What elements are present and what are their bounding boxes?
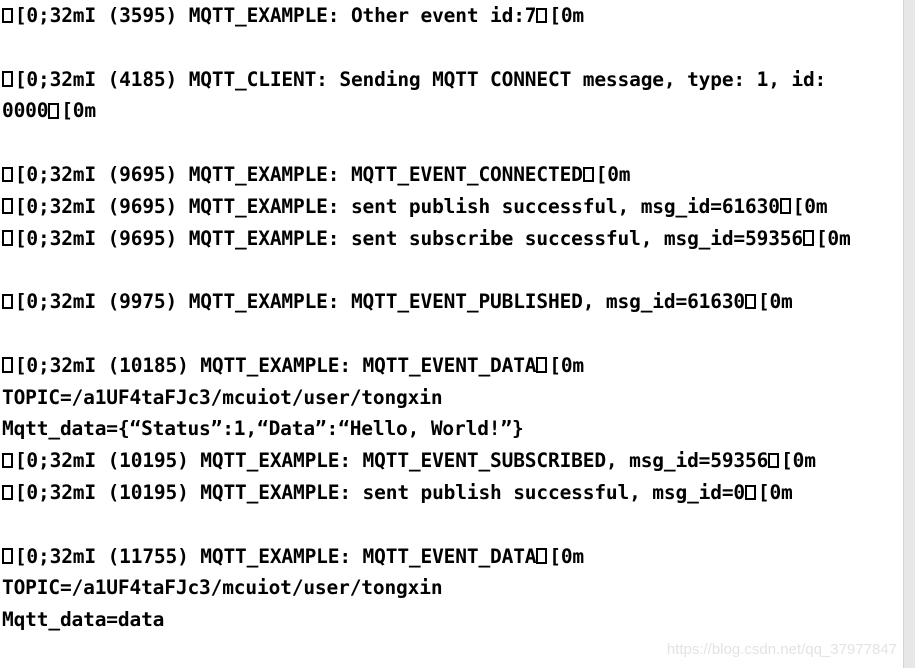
log-line-text: Mqtt_data=data [2, 608, 165, 632]
ansi-escape-glyph-icon [2, 452, 13, 469]
log-line-text: [0;32mI (11755) MQTT_EXAMPLE: MQTT_EVENT… [14, 544, 537, 568]
log-line: TOPIC=/a1UF4taFJc3/mcuiot/user/tongxin [0, 572, 903, 604]
vertical-scrollbar[interactable] [903, 0, 915, 668]
ansi-escape-glyph-icon [2, 293, 13, 310]
log-line-reset-code: [0m [61, 99, 96, 123]
log-line-reset-code: [0m [549, 4, 585, 27]
log-line: [0;32mI (9975) MQTT_EXAMPLE: MQTT_EVENT_… [0, 286, 903, 318]
ansi-escape-glyph-icon [2, 357, 13, 373]
log-line-reset-code: [0m [757, 290, 793, 314]
log-blank-line [0, 318, 903, 350]
watermark-url: https://blog.csdn.net/qq_37977847 [666, 641, 897, 658]
log-line: TOPIC=/a1UF4taFJc3/mcuiot/user/tongxin [0, 382, 903, 414]
ansi-escape-glyph-icon [802, 230, 814, 246]
log-line-text: Mqtt_data={“Status”:1,“Data”:“Hello, Wor… [2, 417, 524, 441]
ansi-escape-glyph-icon [2, 484, 13, 501]
ansi-escape-glyph-icon [2, 71, 13, 87]
log-line: Mqtt_data=data [0, 604, 903, 636]
log-line-text: [0;32mI (3595) MQTT_EXAMPLE: Other event… [14, 4, 537, 27]
log-line-reset-code: [0m [595, 162, 631, 186]
log-blank-line [0, 509, 903, 541]
log-line: [0;32mI (10195) MQTT_EXAMPLE: sent publi… [0, 477, 903, 509]
log-line-text: [0;32mI (10185) MQTT_EXAMPLE: MQTT_EVENT… [14, 353, 537, 377]
ansi-escape-glyph-icon [779, 198, 791, 214]
log-line-reset-code: [0m [792, 194, 828, 218]
log-line-text: TOPIC=/a1UF4taFJc3/mcuiot/user/tongxin [2, 385, 443, 409]
ansi-escape-glyph-icon [536, 357, 548, 373]
ansi-escape-glyph-icon [2, 7, 13, 24]
log-line: [0;32mI (11755) MQTT_EXAMPLE: MQTT_EVENT… [0, 541, 903, 573]
log-line: Mqtt_data={“Status”:1,“Data”:“Hello, Wor… [0, 413, 903, 445]
log-line-reset-code: [0m [549, 544, 585, 568]
ansi-escape-glyph-icon [2, 198, 13, 214]
ansi-escape-glyph-icon [745, 484, 756, 501]
log-line-text: TOPIC=/a1UF4taFJc3/mcuiot/user/tongxin [2, 576, 443, 600]
log-line-text: [0;32mI (9975) MQTT_EXAMPLE: MQTT_EVENT_… [14, 290, 746, 314]
ansi-escape-glyph-icon [2, 548, 13, 564]
log-line: [0;32mI (10195) MQTT_EXAMPLE: MQTT_EVENT… [0, 445, 903, 477]
log-line-text: [0;32mI (9695) MQTT_EXAMPLE: sent subscr… [14, 226, 803, 250]
log-blank-line [0, 127, 903, 159]
log-line: [0;32mI (10185) MQTT_EXAMPLE: MQTT_EVENT… [0, 350, 903, 382]
log-line: [0;32mI (9695) MQTT_EXAMPLE: MQTT_EVENT_… [0, 159, 903, 191]
ansi-escape-glyph-icon [2, 230, 13, 246]
log-line-text: [0;32mI (10195) MQTT_EXAMPLE: sent publi… [14, 480, 746, 504]
log-blank-line [0, 32, 903, 64]
log-line-reset-code: [0m [757, 480, 793, 504]
log-line-text: 0000 [2, 99, 49, 123]
ansi-escape-glyph-icon [582, 166, 594, 183]
log-line: 0000 [0m [0, 95, 903, 127]
log-line-reset-code: [0m [549, 353, 585, 377]
log-line: [0;32mI (9695) MQTT_EXAMPLE: sent publis… [0, 191, 903, 223]
log-blank-line [0, 254, 903, 286]
ansi-escape-glyph-icon [768, 452, 780, 469]
log-line-reset-code: [0m [781, 449, 816, 473]
log-line-text: [0;32mI (4185) MQTT_CLIENT: Sending MQTT… [14, 67, 827, 91]
ansi-escape-glyph-icon [536, 548, 548, 564]
log-line: [0;32mI (3595) MQTT_EXAMPLE: Other event… [0, 0, 903, 32]
ansi-escape-glyph-icon [745, 293, 756, 310]
log-line-reset-code: [0m [815, 226, 851, 250]
console-output-pane[interactable]: [0;32mI (3595) MQTT_EXAMPLE: Other event… [0, 0, 903, 668]
ansi-escape-glyph-icon [536, 7, 548, 24]
ansi-escape-glyph-icon [48, 102, 60, 119]
log-line-text: [0;32mI (9695) MQTT_EXAMPLE: sent publis… [14, 194, 780, 218]
ansi-escape-glyph-icon [2, 166, 13, 183]
log-line-text: [0;32mI (10195) MQTT_EXAMPLE: MQTT_EVENT… [14, 449, 769, 473]
log-line: [0;32mI (9695) MQTT_EXAMPLE: sent subscr… [0, 223, 903, 255]
log-line-text: [0;32mI (9695) MQTT_EXAMPLE: MQTT_EVENT_… [14, 162, 583, 186]
log-line: [0;32mI (4185) MQTT_CLIENT: Sending MQTT… [0, 64, 903, 96]
